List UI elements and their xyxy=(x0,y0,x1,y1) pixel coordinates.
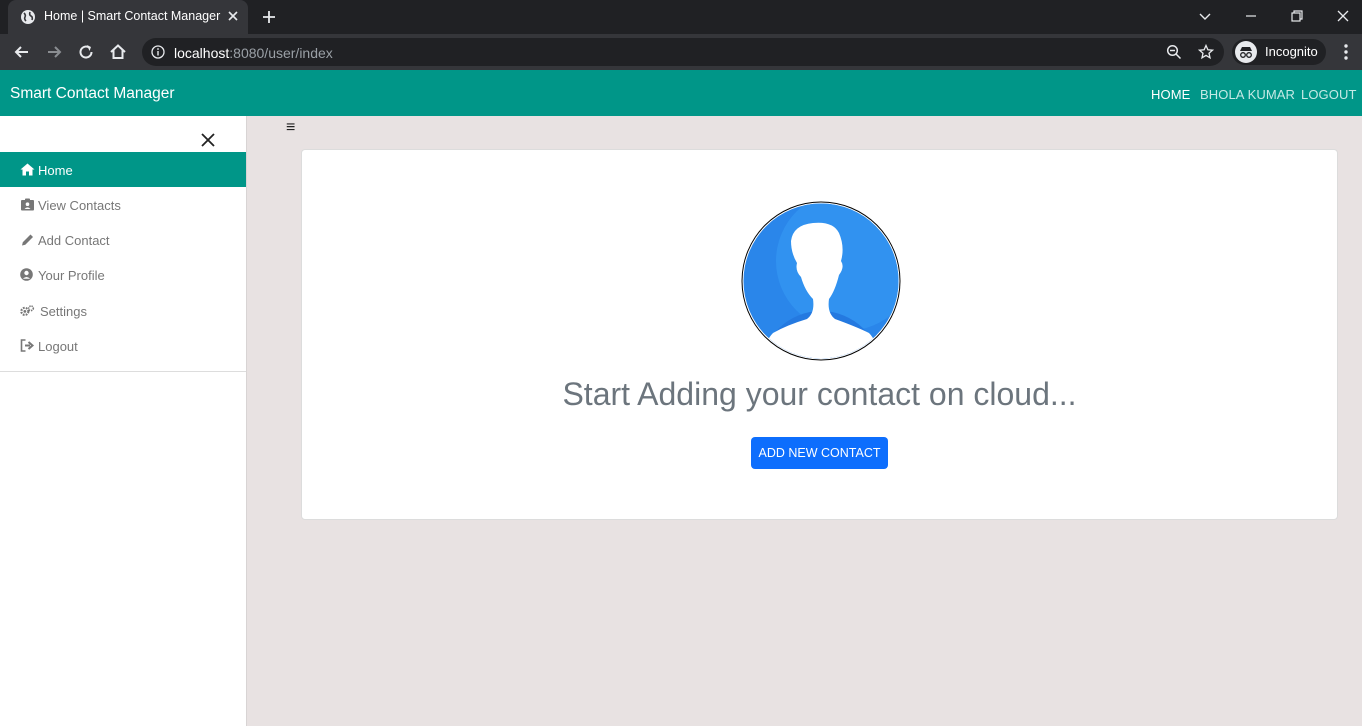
browser-menu-icon[interactable] xyxy=(1338,42,1354,62)
tab-title: Home | Smart Contact Manager xyxy=(44,9,221,23)
menu-toggle-icon[interactable]: ≡ xyxy=(286,120,295,136)
user-circle-icon xyxy=(20,268,33,281)
browser-toolbar: localhost:8080/user/index Incognito xyxy=(0,34,1362,70)
new-tab-icon[interactable] xyxy=(260,8,278,26)
incognito-profile-button[interactable]: Incognito xyxy=(1232,39,1326,65)
home-browser-icon[interactable] xyxy=(108,42,128,62)
pencil-icon xyxy=(22,234,33,246)
sidebar-divider xyxy=(0,371,246,372)
sidebar-item-your-profile[interactable]: Your Profile xyxy=(0,257,246,292)
restore-icon[interactable] xyxy=(1287,6,1307,26)
incognito-label: Incognito xyxy=(1265,44,1318,59)
app-navbar: Smart Contact Manager HOME BHOLA KUMAR L… xyxy=(0,70,1362,116)
welcome-card: Start Adding your contact on cloud... AD… xyxy=(301,149,1338,520)
close-icon[interactable] xyxy=(201,133,215,147)
sidebar-item-logout[interactable]: Logout xyxy=(0,328,246,363)
sidebar-item-label: Settings xyxy=(40,304,87,319)
forward-arrow-icon[interactable] xyxy=(44,42,64,62)
sidebar-item-settings[interactable]: Settings xyxy=(0,293,246,328)
bookmark-star-icon[interactable] xyxy=(1198,44,1214,60)
reload-icon[interactable] xyxy=(76,42,96,62)
minimize-icon[interactable] xyxy=(1241,6,1261,26)
address-card-icon xyxy=(21,198,34,211)
incognito-icon xyxy=(1235,41,1257,63)
sidebar-item-label: Logout xyxy=(38,339,78,354)
sign-out-icon xyxy=(20,339,35,352)
close-tab-icon[interactable] xyxy=(225,8,241,24)
contact-avatar-image xyxy=(741,201,901,361)
info-icon[interactable] xyxy=(151,45,165,59)
sidebar-item-add-contact[interactable]: Add Contact xyxy=(0,222,246,257)
close-window-icon[interactable] xyxy=(1333,6,1353,26)
nav-link-user[interactable]: BHOLA KUMAR xyxy=(1200,87,1295,102)
add-new-contact-button[interactable]: ADD NEW CONTACT xyxy=(751,437,888,469)
nav-link-home[interactable]: HOME xyxy=(1151,87,1190,102)
zoom-icon[interactable] xyxy=(1166,44,1182,60)
nav-link-logout[interactable]: LOGOUT xyxy=(1301,87,1357,102)
sidebar-item-label: Add Contact xyxy=(38,233,110,248)
sidebar-item-view-contacts[interactable]: View Contacts xyxy=(0,187,246,222)
sidebar-item-home[interactable]: Home xyxy=(0,152,246,187)
tab-search-icon[interactable] xyxy=(1195,6,1215,26)
brand-title[interactable]: Smart Contact Manager xyxy=(10,85,175,103)
globe-icon xyxy=(21,10,35,24)
empty-state-headline: Start Adding your contact on cloud... xyxy=(562,376,1077,412)
sidebar-item-label: Your Profile xyxy=(38,268,105,283)
sidebar-item-label: Home xyxy=(38,163,73,178)
browser-tab[interactable]: Home | Smart Contact Manager xyxy=(8,0,248,34)
cogs-icon xyxy=(20,305,35,316)
address-bar[interactable]: localhost:8080/user/index xyxy=(142,38,1224,66)
home-icon xyxy=(20,163,35,176)
sidebar-item-label: View Contacts xyxy=(38,198,121,213)
back-arrow-icon[interactable] xyxy=(12,42,32,62)
browser-tab-strip: Home | Smart Contact Manager xyxy=(0,0,1362,34)
url-text[interactable]: localhost:8080/user/index xyxy=(174,45,333,61)
sidebar: Home View Contacts Add Contact Your Prof… xyxy=(0,116,247,726)
